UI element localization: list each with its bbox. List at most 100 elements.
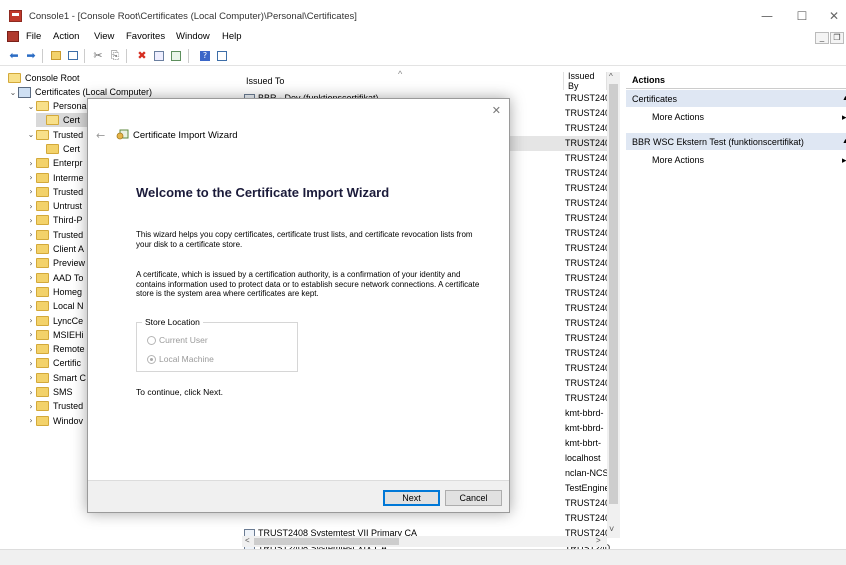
- chevron-right-icon[interactable]: ›: [26, 230, 36, 239]
- chevron-right-icon[interactable]: ›: [26, 259, 36, 268]
- console-icon[interactable]: [215, 49, 229, 63]
- cut-icon[interactable]: ✂: [91, 49, 105, 63]
- tree-item[interactable]: › Homeg: [26, 285, 82, 299]
- delete-icon[interactable]: ✖: [135, 49, 149, 63]
- tree-item[interactable]: ⌄ Persona: [26, 99, 87, 113]
- scroll-left-arrow-icon[interactable]: <: [245, 536, 250, 545]
- chevron-right-icon[interactable]: ›: [26, 359, 36, 368]
- tree-item[interactable]: › LyncCe: [26, 314, 83, 328]
- maximize-button[interactable]: ☐: [787, 6, 817, 26]
- show-hide-tree-icon[interactable]: [66, 49, 80, 63]
- tree-item[interactable]: › Trusted: [26, 399, 83, 413]
- collapse-arrow-icon[interactable]: ▲: [842, 138, 846, 145]
- chevron-right-icon[interactable]: ›: [26, 159, 36, 168]
- continue-instruction: To continue, click Next.: [136, 387, 223, 397]
- tree-item[interactable]: › Local N: [26, 299, 84, 313]
- radio-local-machine[interactable]: Local Machine: [147, 354, 214, 364]
- more-actions-link[interactable]: More Actions: [652, 155, 704, 165]
- radio-button[interactable]: [147, 354, 156, 364]
- back-arrow-icon[interactable]: ⬅: [7, 49, 21, 63]
- collapse-arrow-icon[interactable]: ▲: [842, 95, 846, 102]
- folder-icon: [36, 286, 49, 297]
- more-actions-link[interactable]: More Actions: [652, 112, 704, 122]
- tree-item[interactable]: › Enterpr: [26, 156, 83, 170]
- tree-item-console-root[interactable]: Console Root: [8, 71, 80, 85]
- tree-item[interactable]: › Trusted: [26, 228, 83, 242]
- tree-item[interactable]: › MSIEHi: [26, 328, 84, 342]
- forward-arrow-icon[interactable]: ➡: [24, 49, 38, 63]
- tree-item-label: Cert: [63, 115, 81, 126]
- help-icon[interactable]: ?: [198, 49, 212, 63]
- chevron-right-icon[interactable]: ›: [26, 330, 36, 339]
- chevron-right-icon[interactable]: ›: [26, 287, 36, 296]
- mdi-minimize-button[interactable]: _: [815, 32, 829, 44]
- chevron-right-icon[interactable]: ›: [26, 373, 36, 382]
- tree-item-certificates-local-computer[interactable]: ⌄ Certificates (Local Computer): [8, 85, 152, 99]
- minimize-button[interactable]: —: [752, 6, 782, 26]
- scrollbar-thumb[interactable]: [609, 84, 618, 504]
- copy-icon[interactable]: ⎘: [108, 49, 122, 63]
- export-icon[interactable]: [169, 49, 183, 63]
- menu-window[interactable]: Window: [176, 31, 210, 42]
- mdi-restore-button[interactable]: ❐: [830, 32, 844, 44]
- tree-item[interactable]: › Interme: [26, 171, 84, 185]
- menu-help[interactable]: Help: [222, 31, 242, 42]
- actions-section-selected-certificate[interactable]: BBR WSC Ekstern Test (funktionscertifika…: [626, 133, 846, 150]
- chevron-down-icon[interactable]: ⌄: [26, 102, 36, 111]
- properties-icon[interactable]: [152, 49, 166, 63]
- chevron-right-icon[interactable]: ›: [26, 173, 36, 182]
- scroll-down-arrow-icon[interactable]: ˅: [609, 524, 614, 534]
- chevron-right-icon[interactable]: ›: [26, 388, 36, 397]
- chevron-right-icon[interactable]: ›: [26, 245, 36, 254]
- chevron-down-icon[interactable]: ⌄: [26, 130, 36, 139]
- column-issued-to[interactable]: Issued To ^: [242, 69, 564, 90]
- table-row[interactable]: TRUST240: [242, 511, 620, 526]
- chevron-right-icon[interactable]: ›: [26, 402, 36, 411]
- tree-item[interactable]: › Client A: [26, 242, 84, 256]
- chevron-right-icon[interactable]: ›: [26, 187, 36, 196]
- up-folder-icon[interactable]: [49, 49, 63, 63]
- column-issued-by[interactable]: Issued By: [564, 71, 607, 91]
- next-button[interactable]: Next: [383, 490, 440, 506]
- back-arrow-icon[interactable]: ←: [96, 129, 105, 142]
- menu-file[interactable]: File: [26, 31, 41, 42]
- folder-icon: [36, 415, 49, 426]
- tree-item[interactable]: › AAD To: [26, 271, 83, 285]
- console-menu-icon[interactable]: [7, 31, 19, 42]
- scrollbar-thumb[interactable]: [254, 538, 399, 545]
- chevron-right-icon[interactable]: ›: [26, 302, 36, 311]
- chevron-right-icon[interactable]: ›: [26, 416, 36, 425]
- tree-item[interactable]: › Remote: [26, 342, 85, 356]
- chevron-down-icon[interactable]: ⌄: [8, 88, 18, 97]
- menu-action[interactable]: Action: [53, 31, 79, 42]
- tree-item[interactable]: Cert: [36, 142, 80, 156]
- scroll-up-arrow-icon[interactable]: ^: [609, 72, 613, 81]
- menu-favorites[interactable]: Favorites: [126, 31, 165, 42]
- cancel-button[interactable]: Cancel: [445, 490, 502, 506]
- chevron-right-icon[interactable]: ›: [26, 202, 36, 211]
- tree-item[interactable]: › Windov: [26, 414, 83, 428]
- tree-item[interactable]: ⌄ Trusted: [26, 128, 83, 142]
- tree-item[interactable]: › Certific: [26, 356, 81, 370]
- tree-item[interactable]: › SMS: [26, 385, 73, 399]
- tree-item[interactable]: › Trusted: [26, 185, 83, 199]
- chevron-right-icon[interactable]: ›: [26, 345, 36, 354]
- scroll-right-arrow-icon[interactable]: >: [596, 536, 601, 545]
- close-icon[interactable]: ✕: [492, 104, 501, 117]
- tree-item[interactable]: › Preview: [26, 256, 85, 270]
- chevron-right-icon[interactable]: ›: [26, 316, 36, 325]
- radio-current-user[interactable]: Current User: [147, 335, 208, 345]
- toolbar-separator: [126, 49, 127, 63]
- chevron-right-icon[interactable]: ›: [26, 273, 36, 282]
- tree-item-label: Remote: [53, 344, 85, 355]
- menu-view[interactable]: View: [94, 31, 114, 42]
- horizontal-scrollbar[interactable]: < >: [242, 536, 607, 547]
- tree-item[interactable]: › Smart C: [26, 371, 86, 385]
- radio-button[interactable]: [147, 335, 156, 345]
- tree-item[interactable]: › Third-P: [26, 213, 83, 227]
- actions-section-certificates[interactable]: Certificates ▲: [626, 90, 846, 107]
- tree-item[interactable]: › Untrust: [26, 199, 82, 213]
- close-button[interactable]: ✕: [822, 6, 846, 26]
- vertical-scrollbar[interactable]: ^ ˅: [607, 72, 620, 538]
- chevron-right-icon[interactable]: ›: [26, 216, 36, 225]
